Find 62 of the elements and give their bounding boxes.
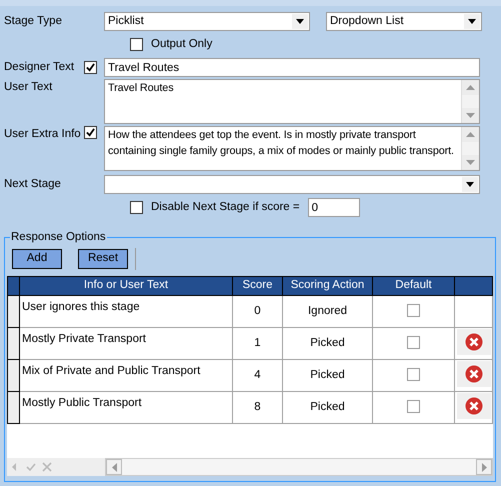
dropdown[interactable]	[104, 175, 480, 194]
scroll-down-icon[interactable]	[466, 160, 475, 165]
column-header: Score	[232, 276, 282, 296]
text-area[interactable]: How the attendees get top the event. Is in mostly private transport containing single family groups, a mix of modes or mainly public transport.	[104, 126, 480, 171]
toolbar-button[interactable]: Reset	[78, 249, 128, 269]
checkbox[interactable]	[407, 336, 420, 350]
delete-button[interactable]	[456, 393, 490, 420]
field-label: User Extra Info	[4, 127, 82, 142]
row-header[interactable]	[8, 328, 20, 360]
scroll-up-icon[interactable]	[466, 85, 475, 90]
column-header: Scoring Action	[282, 276, 372, 296]
table-cell: 0	[232, 296, 282, 328]
field-label: Stage Type	[4, 14, 63, 29]
table-cell: Picked	[282, 392, 372, 424]
checkbox[interactable]	[84, 126, 97, 139]
cancel-icon[interactable]	[42, 462, 52, 472]
table-cell: 8	[232, 392, 282, 424]
table-cell: Mostly Public Transport	[20, 392, 232, 424]
text-field[interactable]: Travel Routes	[104, 58, 480, 77]
delete-icon	[464, 365, 482, 384]
checkbox-label: Disable Next Stage if score =	[151, 200, 300, 215]
table-cell: Mix of Private and Public Transport	[20, 360, 232, 392]
delete-button[interactable]	[456, 361, 490, 388]
scroll-down-icon[interactable]	[466, 113, 475, 118]
dropdown[interactable]: Picklist	[104, 12, 310, 31]
scroll-left-icon[interactable]	[112, 462, 116, 472]
delete-icon	[464, 397, 482, 416]
table-cell: User ignores this stage	[20, 296, 232, 328]
horizontal-scrollbar[interactable]	[105, 458, 493, 476]
vertical-scrollbar[interactable]	[461, 80, 479, 123]
field-label: Designer Text	[4, 60, 76, 75]
toolbar-button[interactable]: Add	[12, 249, 62, 269]
table-cell: Mostly Private Transport	[20, 328, 232, 360]
row-header[interactable]	[8, 392, 20, 424]
vertical-scrollbar[interactable]	[461, 127, 479, 170]
scroll-up-icon[interactable]	[466, 132, 475, 137]
checkbox[interactable]	[407, 368, 420, 382]
checkbox[interactable]	[130, 201, 143, 214]
row-header[interactable]	[8, 360, 20, 392]
column-header: Info or User Text	[20, 276, 232, 296]
score-field[interactable]: 0	[308, 198, 360, 217]
row-header[interactable]	[8, 296, 20, 328]
field-label: User Text	[4, 80, 54, 95]
checkbox[interactable]	[407, 400, 420, 414]
table-cell: Picked	[282, 328, 372, 360]
checkbox[interactable]	[407, 304, 420, 318]
checkbox[interactable]	[130, 38, 143, 51]
table-cell: 1	[232, 328, 282, 360]
delete-button[interactable]	[456, 329, 490, 356]
table-cell: 4	[232, 360, 282, 392]
column-header: Default	[372, 276, 454, 296]
scroll-right-icon[interactable]	[482, 462, 486, 472]
table-cell: Ignored	[282, 296, 372, 328]
table-cell: Picked	[282, 360, 372, 392]
checkbox-label: Output Only	[151, 36, 212, 52]
dropdown[interactable]: Dropdown List	[326, 12, 482, 31]
group-title: Response Options	[10, 230, 107, 244]
checkbox[interactable]	[84, 61, 97, 74]
confirm-icon[interactable]	[26, 462, 36, 472]
delete-icon	[464, 333, 482, 352]
field-label: Next Stage	[4, 176, 62, 192]
text-area[interactable]: Travel Routes	[104, 79, 480, 124]
